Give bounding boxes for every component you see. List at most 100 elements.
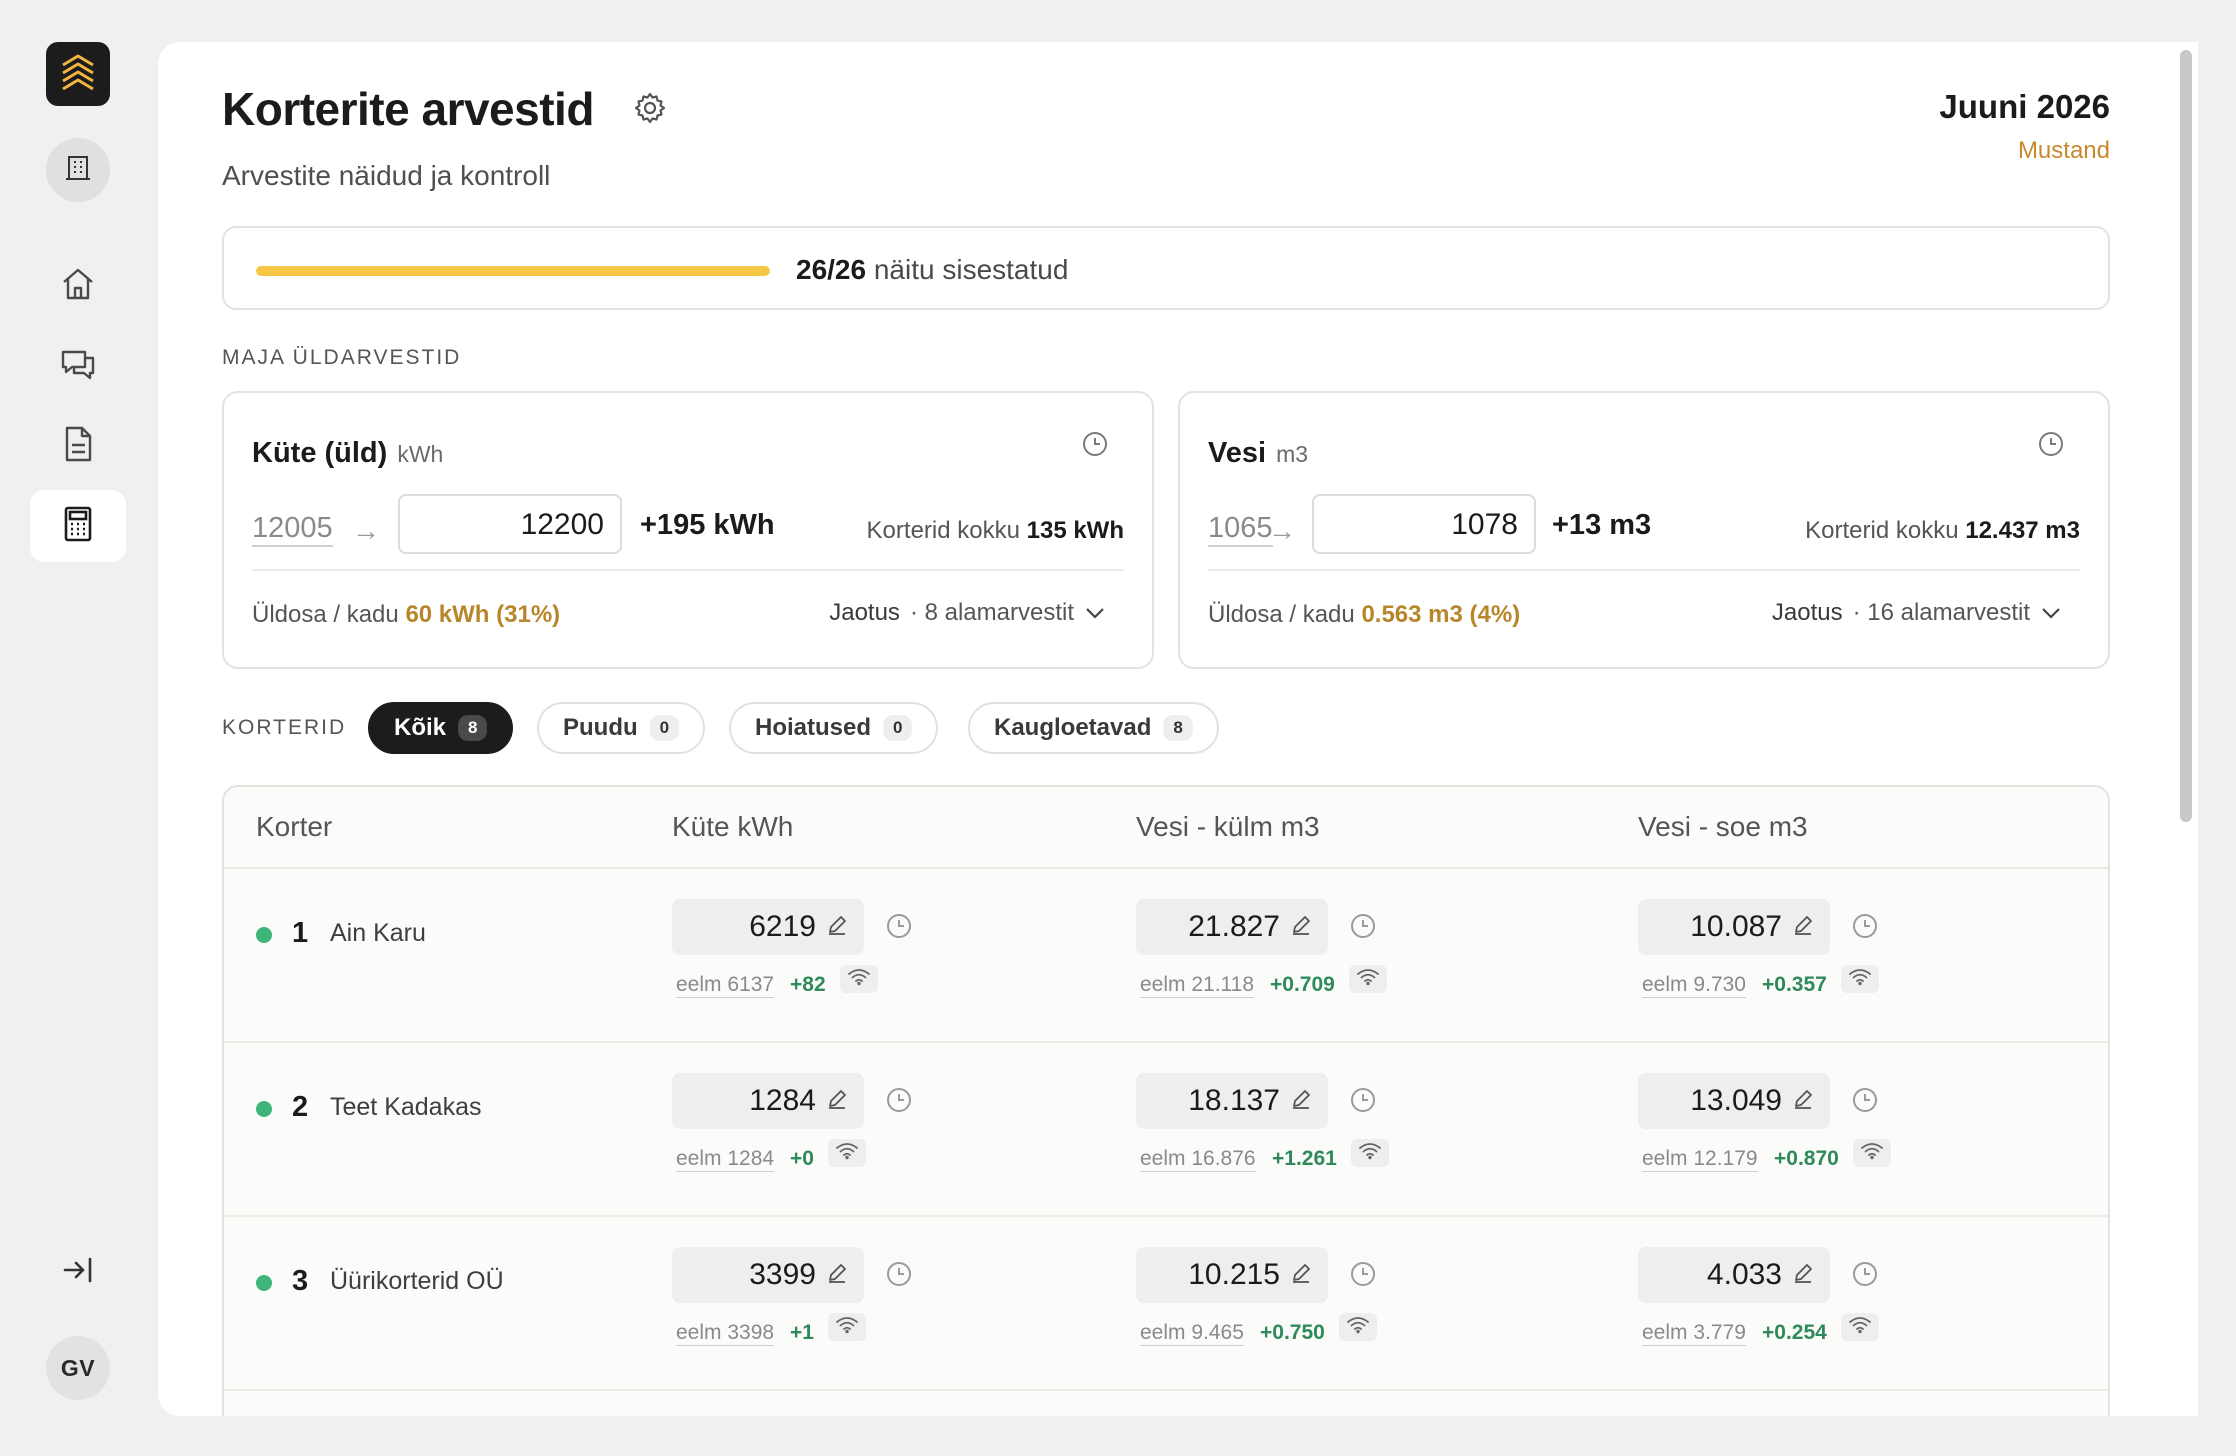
- history-button[interactable]: [1348, 913, 1378, 943]
- previous-reading[interactable]: eelm 1284: [676, 1147, 775, 1172]
- edit-icon[interactable]: [826, 1084, 848, 1118]
- nav-messages[interactable]: [30, 330, 126, 402]
- previous-reading[interactable]: eelm 9.465: [1140, 1321, 1244, 1346]
- reading-value: 3399: [749, 1258, 816, 1291]
- wifi-icon: [847, 968, 871, 991]
- reading-value: 1284: [749, 1084, 816, 1117]
- previous-reading[interactable]: eelm 3.779: [1642, 1321, 1746, 1346]
- cold-water-reading-input[interactable]: 21.827: [1136, 899, 1328, 955]
- meter-name: Vesi: [1208, 437, 1267, 469]
- chevron-down-icon: [2040, 599, 2062, 627]
- history-button[interactable]: [2036, 431, 2066, 461]
- history-button[interactable]: [1850, 1261, 1880, 1291]
- reading-delta: +0: [790, 1147, 814, 1170]
- chip-label: Puudu: [563, 714, 638, 741]
- heat-reading-input[interactable]: 3399: [672, 1247, 864, 1303]
- status-dot: [256, 927, 272, 943]
- edit-icon[interactable]: [1290, 1084, 1312, 1118]
- building-meters-heading: MAJA ÜLDARVESTID: [222, 346, 462, 369]
- apartment-number: 2: [292, 1091, 309, 1123]
- meter-card-heat: Küte (üld) kWh 12005 → 12200 +195 kWh Kor…: [222, 391, 1154, 669]
- previous-reading[interactable]: eelm 21.118: [1140, 973, 1255, 998]
- heat-reading-input[interactable]: 1284: [672, 1073, 864, 1129]
- clock-icon: [885, 1260, 913, 1293]
- split-label: Jaotus: [1771, 599, 1843, 626]
- scrollbar-thumb[interactable]: [2180, 50, 2192, 822]
- remote-reading-badge: [840, 965, 878, 993]
- cold-water-reading-input[interactable]: 18.137: [1136, 1073, 1328, 1129]
- chip-label: Hoiatused: [755, 714, 872, 741]
- split-dropdown[interactable]: Jaotus · 8 alamarvestit: [829, 599, 1106, 627]
- reading-delta: +82: [790, 973, 826, 996]
- current-reading-input[interactable]: 1078: [1312, 494, 1536, 554]
- apartment-owner: Üürikorterid OÜ: [330, 1267, 504, 1295]
- reading-delta: +1.261: [1272, 1147, 1337, 1170]
- hot-water-reading-input[interactable]: 13.049: [1638, 1073, 1830, 1129]
- meter-title: Vesi m3: [1208, 437, 1308, 470]
- sidebar: GV: [0, 0, 158, 1456]
- page-title: Korterite arvestid: [222, 83, 594, 135]
- current-reading-input[interactable]: 12200: [398, 494, 622, 554]
- history-button[interactable]: [884, 1087, 914, 1117]
- loss-value: 60 kWh (31%): [405, 601, 561, 628]
- wifi-icon: [1848, 1316, 1872, 1339]
- edit-icon[interactable]: [1792, 1258, 1814, 1292]
- nav-meters[interactable]: [30, 490, 126, 562]
- building-switcher-button[interactable]: [46, 138, 110, 202]
- clock-icon: [885, 1086, 913, 1119]
- split-count: · 16 alamarvestit: [1852, 599, 2030, 626]
- apartments-table: Korter Küte kWh Vesi - külm m3 Vesi - so…: [222, 785, 2110, 1416]
- remote-reading-badge: [1841, 965, 1879, 993]
- previous-reading[interactable]: eelm 16.876: [1140, 1147, 1256, 1172]
- building-stack-logo-icon: [57, 51, 99, 98]
- app-logo[interactable]: [46, 42, 110, 106]
- history-button[interactable]: [1850, 913, 1880, 943]
- main-panel: Korterite arvestid Arvestite näidud ja k…: [158, 42, 2174, 1416]
- meter-card-water: Vesi m3 1065 → 1078 +13 m3 Korterid kokku…: [1178, 391, 2110, 669]
- arrow-right-icon: →: [1268, 515, 1296, 546]
- history-button[interactable]: [1348, 1087, 1378, 1117]
- filter-chip-remote[interactable]: Kaugloetavad 8: [968, 702, 1219, 754]
- history-button[interactable]: [1348, 1261, 1378, 1291]
- edit-icon[interactable]: [826, 910, 848, 944]
- history-button[interactable]: [884, 1261, 914, 1291]
- previous-reading[interactable]: eelm 6137: [676, 973, 775, 998]
- history-button[interactable]: [1850, 1087, 1880, 1117]
- nav-documents[interactable]: [30, 410, 126, 482]
- hot-water-reading-input[interactable]: 4.033: [1638, 1247, 1830, 1303]
- split-dropdown[interactable]: Jaotus · 16 alamarvestit: [1772, 599, 2062, 627]
- chip-label: Kõik: [394, 714, 447, 741]
- meter-title: Küte (üld) kWh: [252, 437, 443, 470]
- previous-reading[interactable]: 12005: [252, 511, 333, 547]
- filter-chip-warnings[interactable]: Hoiatused 0: [729, 702, 939, 754]
- column-header-apartment: Korter: [256, 811, 333, 842]
- edit-icon[interactable]: [826, 1258, 848, 1292]
- clock-icon: [1851, 912, 1879, 945]
- reading-value: 21.827: [1188, 910, 1280, 943]
- settings-button[interactable]: [632, 92, 668, 128]
- table-header: Korter Küte kWh Vesi - külm m3 Vesi - so…: [224, 787, 2108, 869]
- remote-reading-badge: [1339, 1313, 1377, 1341]
- history-button[interactable]: [884, 913, 914, 943]
- hot-water-reading-input[interactable]: 10.087: [1638, 899, 1830, 955]
- cold-water-reading-input[interactable]: 10.215: [1136, 1247, 1328, 1303]
- gear-icon: [633, 91, 667, 130]
- edit-icon[interactable]: [1290, 1258, 1312, 1292]
- edit-icon[interactable]: [1792, 1084, 1814, 1118]
- edit-icon[interactable]: [1290, 910, 1312, 944]
- history-button[interactable]: [1080, 431, 1110, 461]
- common-loss: Üldosa / kadu 0.563 m3 (4%): [1208, 601, 1520, 629]
- previous-reading[interactable]: eelm 12.179: [1642, 1147, 1758, 1172]
- filter-chip-missing[interactable]: Puudu 0: [537, 702, 706, 754]
- previous-reading[interactable]: eelm 3398: [676, 1321, 775, 1346]
- user-avatar[interactable]: GV: [46, 1336, 110, 1400]
- previous-reading[interactable]: 1065: [1208, 511, 1273, 547]
- edit-icon[interactable]: [1792, 910, 1814, 944]
- status-dot: [256, 1101, 272, 1117]
- previous-reading[interactable]: eelm 9.730: [1642, 973, 1746, 998]
- heat-reading-input[interactable]: 6219: [672, 899, 864, 955]
- chat-icon: [58, 345, 98, 388]
- collapse-sidebar-button[interactable]: [46, 1240, 110, 1304]
- nav-home[interactable]: [30, 250, 126, 322]
- filter-chip-all[interactable]: Kõik 8: [368, 702, 514, 754]
